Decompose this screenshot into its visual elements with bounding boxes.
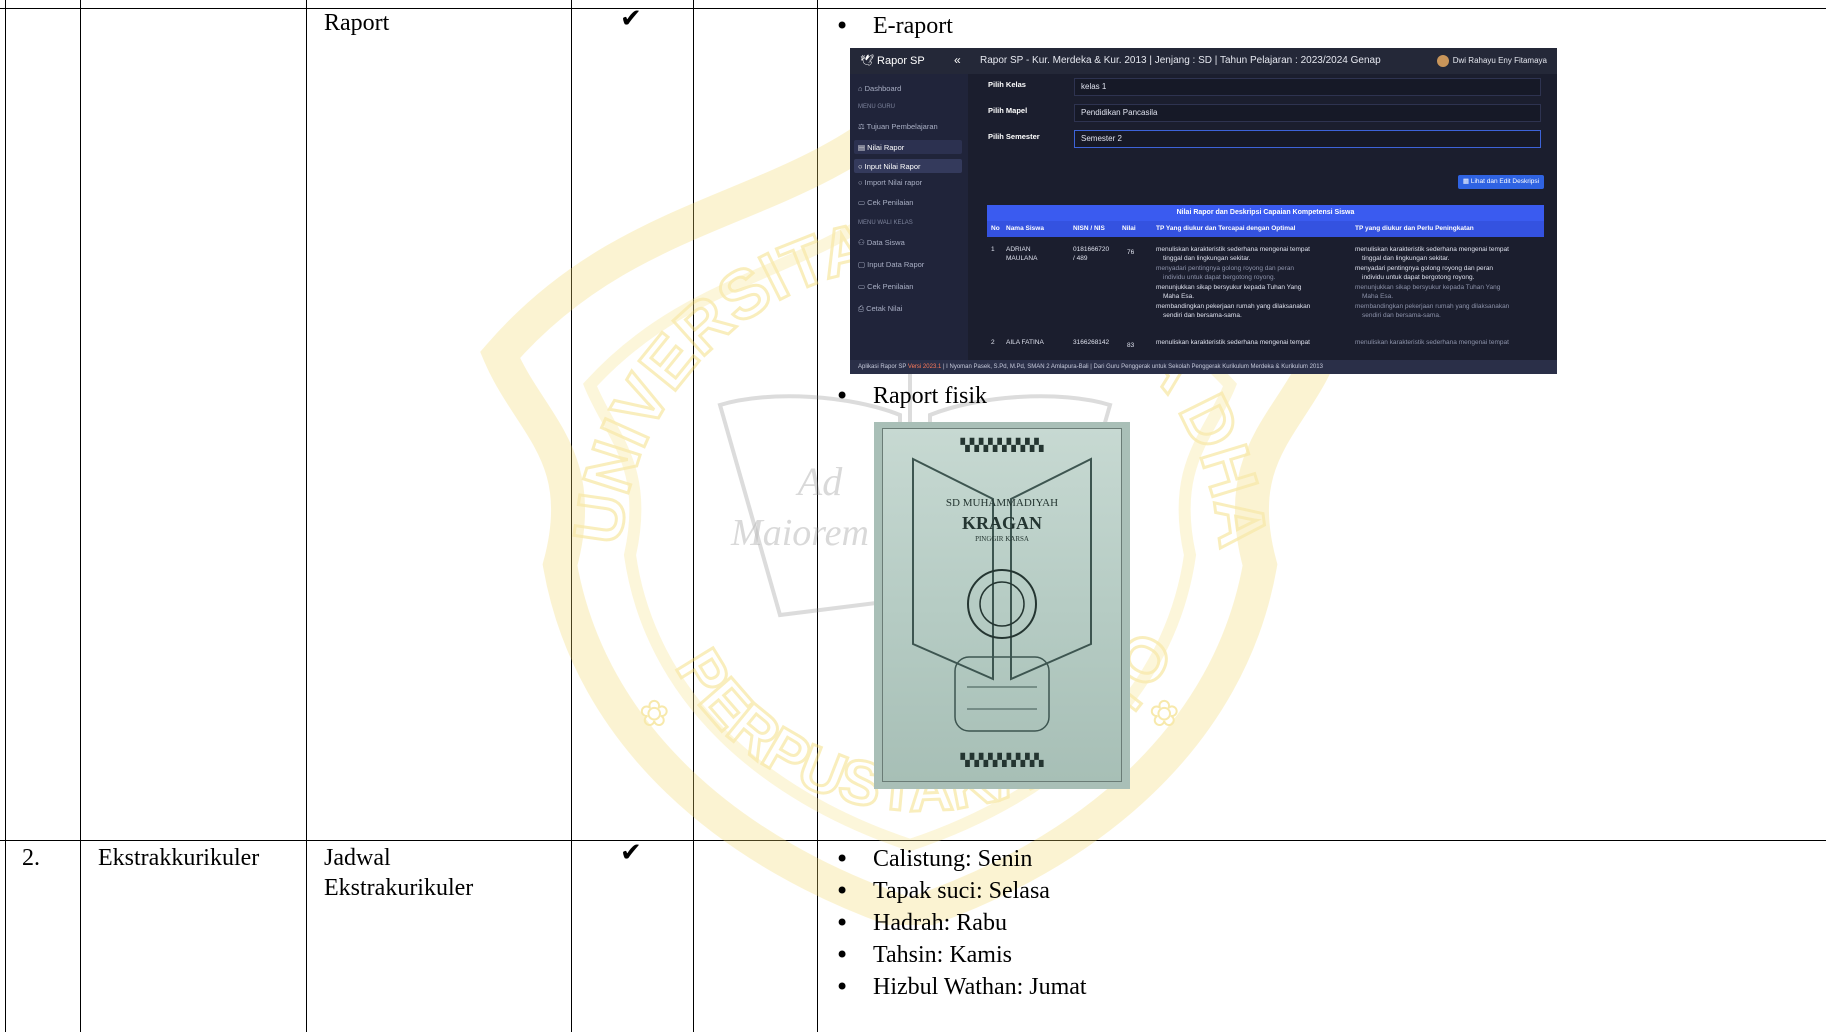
raport-school-line1: SD MUHAMMADIYAH xyxy=(945,497,1059,509)
row2-number: 2. xyxy=(22,845,40,871)
table-cell: menyadari pentingnya golong royong dan p… xyxy=(1355,265,1494,272)
table-col-divider-2 xyxy=(306,0,308,1032)
sidebar-header-wali: MENU WALI KELAS xyxy=(858,220,913,226)
sidebar-item-data-siswa: ⚇ Data Siswa xyxy=(858,238,905,247)
watermark-book-left2: Maiorem xyxy=(730,512,869,554)
list-item: Tahsin: Kamis xyxy=(835,939,1087,971)
avatar xyxy=(1436,55,1449,67)
sidebar-item-input-nilai: ○ Input Nilai Rapor xyxy=(858,162,921,171)
raport-cover: ▚▚▚▚▚▚▚▚▚ ▚▚▚▚▚▚▚▚▚ SD MUHAMMADIYAH KRAG… xyxy=(882,428,1122,782)
svg-text:▚▚▚▚▚▚▚▚▚: ▚▚▚▚▚▚▚▚▚ xyxy=(959,437,1044,452)
col-nama: Nama Siswa xyxy=(1006,225,1044,232)
raport-cover-illustration: ▚▚▚▚▚▚▚▚▚ ▚▚▚▚▚▚▚▚▚ xyxy=(912,437,1092,767)
col-nisn: NISN / NIS xyxy=(1073,225,1105,232)
eraport-title: Rapor SP - Kur. Merdeka & Kur. 2013 | Je… xyxy=(980,55,1381,66)
table-cell: Maha Esa. xyxy=(1362,293,1394,300)
row1-evidence-list-2: Raport fisik xyxy=(835,380,987,412)
table-cell: tinggal dan lingkungan sekitar. xyxy=(1362,255,1450,262)
filter-mapel-label: Pilih Mapel xyxy=(988,106,1028,115)
raport-school-line3: PINGGIR KARSA xyxy=(975,535,1029,543)
table-cell: ADRIAN xyxy=(1006,246,1031,253)
table-cell: menuliskan karakteristik sederhana menge… xyxy=(1156,339,1310,346)
table-cell: 3166268142 xyxy=(1073,339,1110,346)
sidebar-item-cek: ▭ Cek Penilaian xyxy=(858,198,914,207)
table-cell: tinggal dan lingkungan sekitar. xyxy=(1163,255,1251,262)
table-cell: individu untuk dapat bergotong royong. xyxy=(1163,274,1276,281)
row2-schedule-list: Calistung: Senin Tapak suci: Selasa Hadr… xyxy=(835,843,1087,1003)
row2-document-line1: Jadwal xyxy=(324,845,391,871)
table-cell: 76 xyxy=(1127,249,1135,256)
sidebar-item-tujuan: ⚖ Tujuan Pembelajaran xyxy=(858,122,938,131)
sidebar-item-cetak: ⎙ Cetak Nilai xyxy=(858,304,903,313)
eraport-collapse-icon: « xyxy=(954,53,961,67)
filter-mapel-select: Pendidikan Pancasila xyxy=(1074,104,1541,122)
filter-semester-select: Semester 2 xyxy=(1074,130,1541,148)
table-cell: MAULANA xyxy=(1006,255,1038,262)
raport-fisik-photo: ▚▚▚▚▚▚▚▚▚ ▚▚▚▚▚▚▚▚▚ SD MUHAMMADIYAH KRAG… xyxy=(874,422,1130,789)
table-cell: menuliskan karakteristik sederhana menge… xyxy=(1355,339,1509,346)
list-item: Tapak suci: Selasa xyxy=(835,875,1087,907)
table-cell: sendiri dan bersama-sama. xyxy=(1163,312,1242,319)
table-col-divider-3 xyxy=(571,0,573,1032)
eraport-table-title: Nilai Rapor dan Deskripsi Capaian Kompet… xyxy=(987,205,1544,221)
row2-check-icon: ✔ xyxy=(620,838,642,868)
table-border-left xyxy=(5,0,7,1032)
table-cell: / 489 xyxy=(1073,255,1088,262)
watermark-book-left: Ad xyxy=(795,459,843,504)
table-cell: menunjukkan sikap bersyukur kepada Tuhan… xyxy=(1355,284,1501,291)
watermark-flower-left-icon: ✿ xyxy=(640,696,669,733)
eraport-footer: Aplikasi Rapor SP Versi 2023.1 | I Nyoma… xyxy=(850,360,1557,374)
filter-kelas-label: Pilih Kelas xyxy=(988,80,1026,89)
row2-document-line2: Ekstrakurikuler xyxy=(324,875,474,901)
table-cell: AILA FATINA xyxy=(1006,339,1044,346)
table-cell: Maha Esa. xyxy=(1163,293,1195,300)
list-item: E-raport xyxy=(835,10,953,42)
eraport-user: Dwi Rahayu Eny Fitamaya xyxy=(1436,55,1547,67)
table-col-divider-1 xyxy=(80,0,82,1032)
filter-semester-label: Pilih Semester xyxy=(988,132,1040,141)
row1-evidence-list: E-raport xyxy=(835,10,953,42)
col-tp-optimal: TP Yang diukur dan Tercapai dengan Optim… xyxy=(1156,225,1296,232)
sidebar-item-import: ○ Import Nilai rapor xyxy=(858,178,923,187)
edit-description-button: ▦ Lihat dan Edit Deskripsi xyxy=(1458,175,1544,189)
row1-check-icon: ✔ xyxy=(620,4,642,34)
sidebar-item-nilai: ▤ Nilai Rapor xyxy=(858,143,905,152)
list-item: Calistung: Senin xyxy=(835,843,1087,875)
col-tp-peningkatan: TP yang diukur dan Perlu Peningkatan xyxy=(1355,225,1474,232)
svg-text:▚▚▚▚▚▚▚▚▚: ▚▚▚▚▚▚▚▚▚ xyxy=(959,752,1044,767)
col-nilai: Nilai xyxy=(1122,225,1136,232)
list-item: Raport fisik xyxy=(835,380,987,412)
watermark-flower-right-icon: ✿ xyxy=(1150,696,1179,733)
row2-aspect: Ekstrakkurikuler xyxy=(98,845,260,871)
table-cell: menunjukkan sikap bersyukur kepada Tuhan… xyxy=(1156,284,1302,291)
table-cell: menuliskan karakteristik sederhana menge… xyxy=(1355,246,1509,253)
sidebar-item-dashboard: ⌂ Dashboard xyxy=(858,84,902,93)
table-cell: 83 xyxy=(1127,342,1135,349)
table-cell: 2 xyxy=(991,339,995,346)
sidebar-item-input-data: ▢ Input Data Rapor xyxy=(858,260,925,269)
table-row-divider xyxy=(0,840,1826,842)
raport-school-line2: KRAGAN xyxy=(962,513,1042,533)
eraport-screenshot: 🕊 Rapor SP « Rapor SP - Kur. Merdeka & K… xyxy=(850,48,1557,374)
table-col-divider-4 xyxy=(693,0,695,1032)
eraport-sidebar: ⌂ Dashboard MENU GURU ⚖ Tujuan Pembelaja… xyxy=(850,74,968,360)
sidebar-item-cek2: ▭ Cek Penilaian xyxy=(858,282,914,291)
table-col-divider-5 xyxy=(817,0,819,1032)
table-cell: menuliskan karakteristik sederhana menge… xyxy=(1156,246,1310,253)
table-cell: 1 xyxy=(991,246,995,253)
sidebar-header-guru: MENU GURU xyxy=(858,104,895,110)
table-cell: menyadari pentingnya golong royong dan p… xyxy=(1156,265,1295,272)
filter-kelas-select: kelas 1 xyxy=(1074,78,1541,96)
eraport-brand: 🕊 Rapor SP xyxy=(860,55,925,67)
table-cell: membandingkan pekerjaan rumah yang dilak… xyxy=(1355,303,1510,310)
list-item: Hadrah: Rabu xyxy=(835,907,1087,939)
document-page: UNIVERSITAS SANATA DHARMA PERPUSTAKAAN Y… xyxy=(0,0,1826,1032)
table-cell: sendiri dan bersama-sama. xyxy=(1362,312,1441,319)
table-cell: individu untuk dapat bergotong royong. xyxy=(1362,274,1475,281)
table-cell: 0181666720 xyxy=(1073,246,1110,253)
list-item: Hizbul Wathan: Jumat xyxy=(835,971,1087,1003)
col-no: No xyxy=(991,225,1000,232)
row1-document: Raport xyxy=(324,10,390,36)
table-cell: membandingkan pekerjaan rumah yang dilak… xyxy=(1156,303,1311,310)
